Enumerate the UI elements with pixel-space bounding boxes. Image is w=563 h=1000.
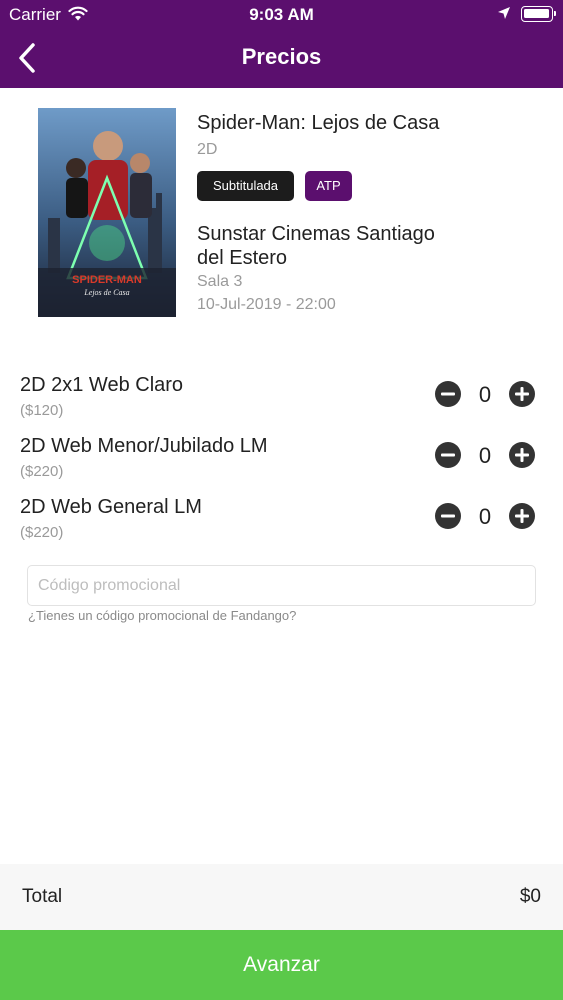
ticket-quantity: 0	[478, 382, 492, 407]
status-time: 9:03 AM	[249, 5, 314, 24]
page-title: Precios	[241, 44, 322, 69]
movie-poster: SPIDER-MAN Lejos de Casa	[38, 108, 176, 317]
showtime-label: 10-Jul-2019 - 22:00	[197, 296, 336, 313]
promo-hint: ¿Tienes un código promocional de Fandang…	[28, 608, 297, 623]
poster-subtitle-text: Lejos de Casa	[83, 288, 129, 297]
ticket-name: 2D Web Menor/Jubilado LM	[20, 435, 268, 457]
plus-circle-icon[interactable]	[508, 441, 536, 469]
movie-format: 2D	[197, 141, 218, 158]
plus-circle-icon[interactable]	[508, 380, 536, 408]
total-label: Total	[22, 886, 63, 907]
minus-circle-icon[interactable]	[434, 441, 462, 469]
plus-circle-icon[interactable]	[508, 502, 536, 530]
poster-title-text: SPIDER-MAN	[72, 274, 142, 286]
total-bar: Total $0	[0, 864, 563, 930]
subtitle-badge: Subtitulada	[197, 171, 294, 201]
minus-circle-icon[interactable]	[434, 380, 462, 408]
ticket-row: 2D Web General LM ($220) 0	[0, 496, 563, 554]
ticket-quantity: 0	[478, 443, 492, 468]
cinema-name: Sunstar Cinemas Santiago del Estero	[197, 223, 435, 269]
ticket-price: ($120)	[20, 402, 64, 419]
rating-badge: ATP	[305, 171, 352, 201]
movie-title: Spider-Man: Lejos de Casa	[197, 112, 440, 134]
nav-bar: Carrier 9:03 AM Precios	[0, 0, 563, 88]
ticket-row: 2D 2x1 Web Claro ($120) 0	[0, 374, 563, 432]
promo-code-input[interactable]	[27, 565, 536, 606]
total-value: $0	[519, 886, 541, 907]
ticket-price: ($220)	[20, 524, 64, 541]
ticket-quantity: 0	[478, 504, 492, 529]
ticket-name: 2D 2x1 Web Claro	[20, 374, 184, 396]
room-label: Sala 3	[197, 273, 243, 290]
ticket-name: 2D Web General LM	[20, 496, 202, 518]
next-button[interactable]: Avanzar	[0, 930, 563, 1000]
battery-icon	[521, 6, 556, 22]
status-bar: Carrier 9:03 AM	[0, 0, 563, 30]
minus-circle-icon[interactable]	[434, 502, 462, 530]
ticket-price: ($220)	[20, 463, 64, 480]
location-arrow-icon	[498, 7, 510, 19]
ticket-row: 2D Web Menor/Jubilado LM ($220) 0	[0, 435, 563, 493]
